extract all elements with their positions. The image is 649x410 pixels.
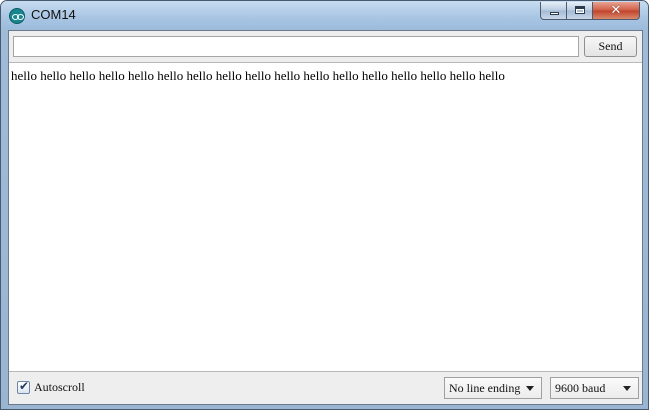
serial-output-area[interactable]: hello hello hello hello hello hello hell… bbox=[9, 62, 642, 372]
baud-rate-select[interactable]: 9600 baud bbox=[550, 377, 639, 399]
output-line: hello hello hello hello hello hello hell… bbox=[11, 68, 505, 83]
arduino-icon bbox=[9, 8, 25, 24]
close-button[interactable]: ✕ bbox=[593, 2, 640, 20]
maximize-button[interactable] bbox=[567, 2, 593, 20]
footer-bar: ✔ Autoscroll No line ending 9600 baud bbox=[9, 372, 642, 404]
autoscroll-label[interactable]: Autoscroll bbox=[34, 380, 85, 395]
autoscroll-checkbox[interactable]: ✔ bbox=[17, 379, 30, 394]
line-ending-value: No line ending bbox=[449, 381, 521, 395]
send-bar: Send bbox=[9, 31, 642, 62]
send-button[interactable]: Send bbox=[584, 36, 637, 57]
baud-rate-value: 9600 baud bbox=[555, 381, 606, 395]
checkmark-icon: ✔ bbox=[19, 379, 30, 393]
maximize-icon bbox=[575, 6, 585, 14]
minimize-icon bbox=[550, 12, 559, 15]
dropdown-arrow-icon bbox=[623, 386, 631, 391]
serial-monitor-client: Send hello hello hello hello hello hello… bbox=[8, 30, 643, 405]
dropdown-arrow-icon bbox=[526, 386, 534, 391]
serial-monitor-window: COM14 ✕ Send hello hello hello hello hel… bbox=[0, 0, 649, 410]
title-bar[interactable]: COM14 ✕ bbox=[1, 1, 648, 29]
send-input[interactable] bbox=[13, 36, 579, 57]
window-title: COM14 bbox=[31, 7, 76, 22]
close-icon: ✕ bbox=[610, 3, 622, 18]
line-ending-select[interactable]: No line ending bbox=[444, 377, 542, 399]
minimize-button[interactable] bbox=[540, 2, 567, 20]
